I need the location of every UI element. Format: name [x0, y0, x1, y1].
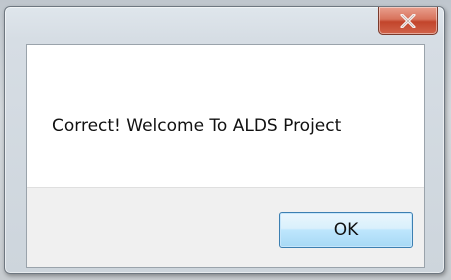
dialog-client-area: Correct! Welcome To ALDS Project OK — [26, 44, 425, 268]
message-text: Correct! Welcome To ALDS Project — [52, 116, 342, 136]
message-box-window: Correct! Welcome To ALDS Project OK — [4, 6, 445, 274]
message-area: Correct! Welcome To ALDS Project — [27, 45, 424, 187]
ok-button[interactable]: OK — [279, 212, 413, 248]
close-icon — [400, 13, 416, 28]
divider — [27, 187, 424, 188]
close-button[interactable] — [378, 7, 438, 35]
desktop-background: Correct! Welcome To ALDS Project OK — [0, 0, 451, 280]
